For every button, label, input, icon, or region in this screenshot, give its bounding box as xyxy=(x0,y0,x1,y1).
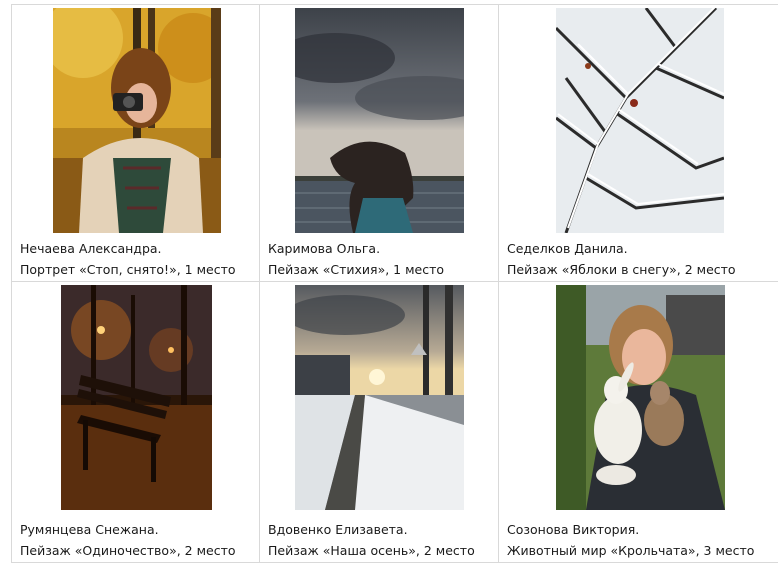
gallery-card: Вдовенко Елизавета. Пейзаж «Наша осень»,… xyxy=(260,282,499,563)
photo-caption: Каримова Ольга. Пейзаж «Стихия», 1 место xyxy=(268,238,444,280)
work-title: Пейзаж «Одиночество», 2 место xyxy=(20,543,236,558)
author-name: Нечаева Александра. xyxy=(20,241,162,256)
author-name: Созонова Виктория. xyxy=(507,522,640,537)
gallery-card: Каримова Ольга. Пейзаж «Стихия», 1 место xyxy=(260,5,499,282)
work-title: Пейзаж «Яблоки в снегу», 2 место xyxy=(507,262,736,277)
work-title: Пейзаж «Наша осень», 2 место xyxy=(268,543,475,558)
photo-caption: Нечаева Александра. Портрет «Стоп, снято… xyxy=(20,238,236,280)
gallery-card: Нечаева Александра. Портрет «Стоп, снято… xyxy=(12,5,260,282)
author-name: Вдовенко Елизавета. xyxy=(268,522,408,537)
photo-caption: Созонова Виктория. Животный мир «Крольча… xyxy=(507,519,754,561)
night-bench-photo[interactable] xyxy=(61,285,212,510)
author-name: Румянцева Снежана. xyxy=(20,522,159,537)
snowy-branches-photo[interactable] xyxy=(556,8,724,233)
work-title: Животный мир «Крольчата», 3 место xyxy=(507,543,755,558)
author-name: Седелков Данила. xyxy=(507,241,628,256)
photo-gallery-grid: Нечаева Александра. Портрет «Стоп, снято… xyxy=(11,4,778,563)
photo-caption: Седелков Данила. Пейзаж «Яблоки в снегу»… xyxy=(507,238,736,280)
photo-caption: Румянцева Снежана. Пейзаж «Одиночество»,… xyxy=(20,519,236,561)
gallery-card: Седелков Данила. Пейзаж «Яблоки в снегу»… xyxy=(499,5,778,282)
sunset-road-photo[interactable] xyxy=(295,285,464,510)
girl-rabbits-photo[interactable] xyxy=(556,285,725,510)
photo-caption: Вдовенко Елизавета. Пейзаж «Наша осень»,… xyxy=(268,519,475,561)
author-name: Каримова Ольга. xyxy=(268,241,381,256)
storm-lake-photo[interactable] xyxy=(295,8,464,233)
gallery-card: Созонова Виктория. Животный мир «Крольча… xyxy=(499,282,778,563)
gallery-card: Румянцева Снежана. Пейзаж «Одиночество»,… xyxy=(12,282,260,563)
work-title: Пейзаж «Стихия», 1 место xyxy=(268,262,445,277)
autumn-portrait-photo[interactable] xyxy=(53,8,221,233)
work-title: Портрет «Стоп, снято!», 1 место xyxy=(20,262,236,277)
